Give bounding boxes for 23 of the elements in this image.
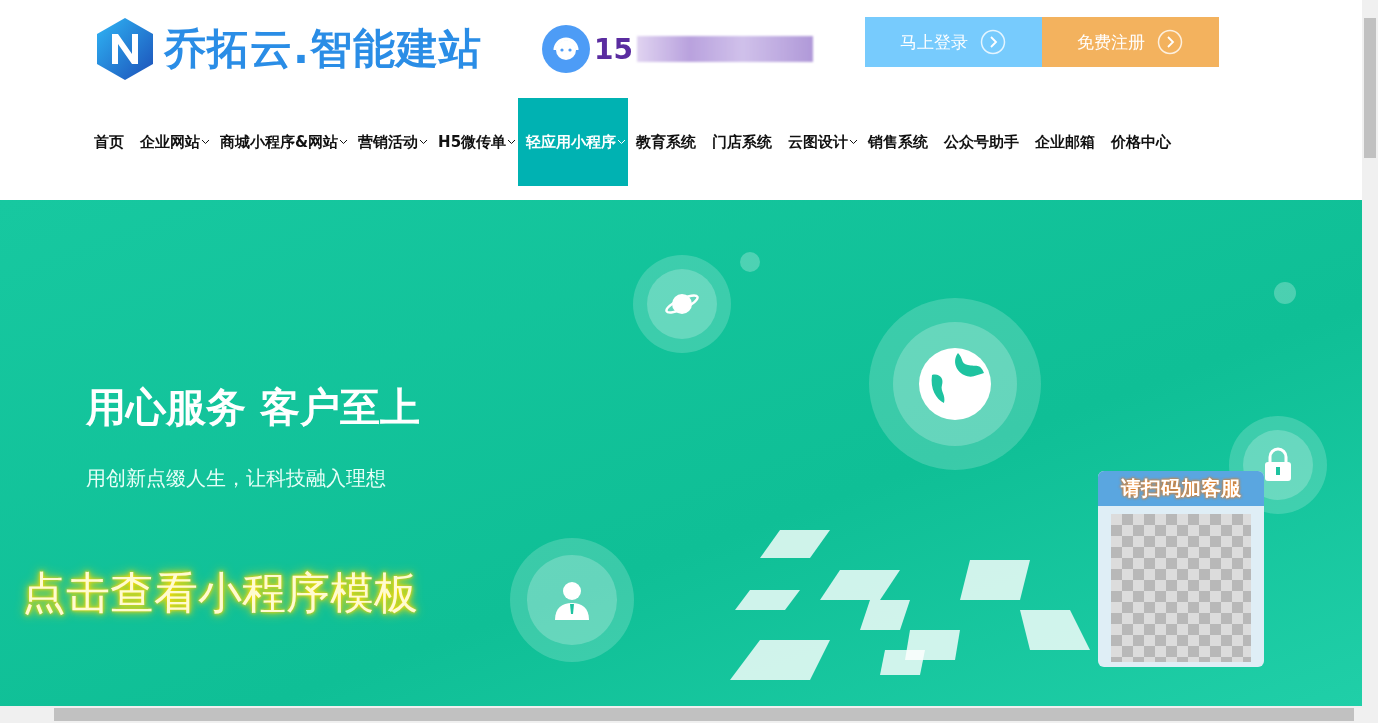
nav-item[interactable]: 首页: [86, 98, 132, 186]
headset-icon: [541, 25, 590, 73]
nav-item[interactable]: 门店系统: [704, 98, 781, 186]
banner-subheading: 用创新点缀人生，让科技融入理想: [86, 465, 386, 492]
decor-dot: [740, 252, 760, 272]
nav-item[interactable]: 销售系统: [860, 98, 937, 186]
vertical-scrollbar[interactable]: [1362, 0, 1378, 706]
horizontal-scrollbar[interactable]: [0, 706, 1378, 723]
logo-icon: [94, 16, 156, 82]
nav-item[interactable]: 企业邮箱: [1027, 98, 1104, 186]
decor-dot: [1274, 282, 1296, 304]
phone-number: 15: [593, 32, 633, 66]
nav-item[interactable]: 教育系统: [628, 98, 705, 186]
nav-item[interactable]: 云图设计: [780, 98, 861, 186]
nav-item[interactable]: 商城小程序&网站: [212, 98, 351, 186]
nav-item[interactable]: H5微传单: [430, 98, 519, 186]
nav-item[interactable]: 价格中心: [1103, 98, 1180, 186]
nav-item[interactable]: 企业网站: [132, 98, 212, 186]
logo-text: 乔拓云.智能建站: [164, 23, 482, 75]
banner-heading: 用心服务 客户至上: [86, 383, 420, 432]
nav-item[interactable]: 公众号助手: [936, 98, 1028, 186]
qr-title: 请扫码加客服: [1098, 471, 1264, 506]
nav-item[interactable]: 营销活动: [350, 98, 431, 186]
